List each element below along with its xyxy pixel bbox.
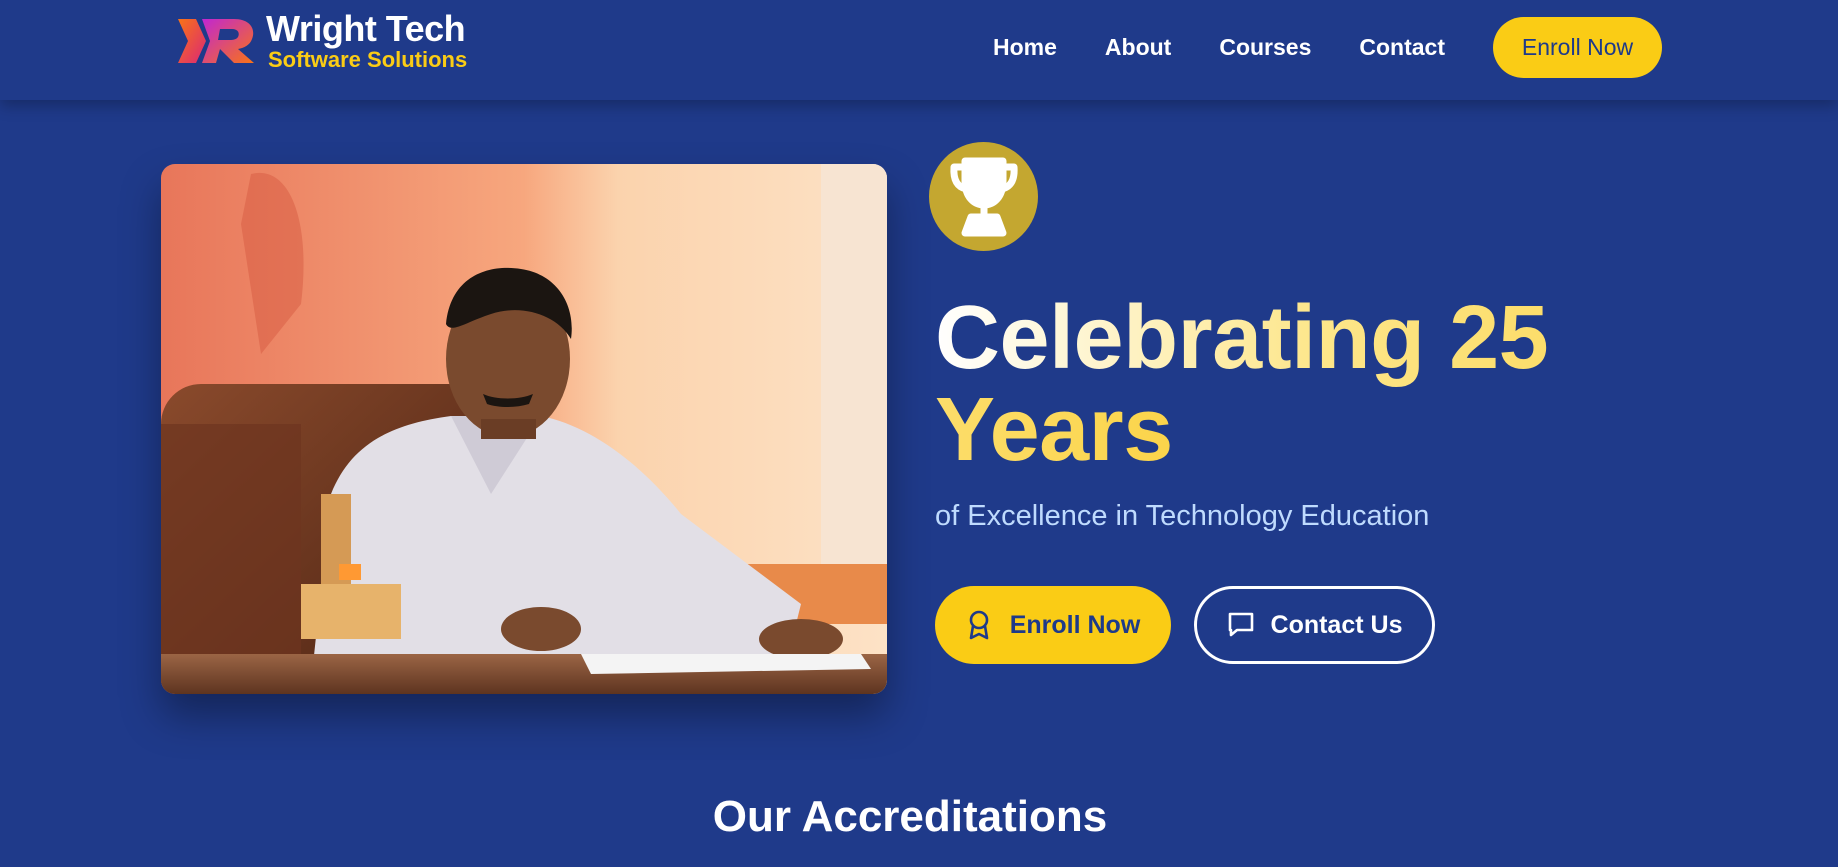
hero-contact-button[interactable]: Contact Us [1194, 586, 1435, 664]
brand-logo[interactable]: Wright Tech Software Solutions [172, 10, 467, 72]
nav-link-about[interactable]: About [1105, 34, 1171, 61]
top-navbar: Wright Tech Software Solutions Home Abou… [0, 0, 1838, 100]
nav-link-contact[interactable]: Contact [1359, 34, 1445, 61]
accreditations-title: Our Accreditations [712, 792, 1108, 841]
hero-enroll-label: Enroll Now [1009, 610, 1141, 639]
hero-photo [161, 164, 887, 694]
nav-link-home[interactable]: Home [993, 34, 1057, 61]
brand-tagline: Software Solutions [268, 47, 468, 72]
hero-enroll-button[interactable]: Enroll Now [935, 586, 1171, 664]
nav-link-courses[interactable]: Courses [1219, 34, 1311, 61]
nav-enroll-button[interactable]: Enroll Now [1493, 16, 1662, 78]
wr-logo-mark-icon [178, 19, 254, 63]
hero-contact-label: Contact Us [1270, 610, 1403, 639]
brand-name: Wright Tech [266, 8, 466, 49]
hero-headline: Celebrating 25 Years [935, 292, 1695, 476]
award-icon [966, 610, 994, 640]
hero-headline-text: Celebrating 25 Years [935, 288, 1549, 480]
message-icon [1227, 610, 1255, 640]
main-nav: Home About Courses Contact Enroll Now [993, 16, 1662, 78]
trophy-icon [949, 157, 1018, 236]
founder-photo-illustration [161, 164, 887, 694]
trophy-badge [929, 142, 1038, 251]
hero-subheadline: of Excellence in Technology Education [935, 500, 1430, 532]
